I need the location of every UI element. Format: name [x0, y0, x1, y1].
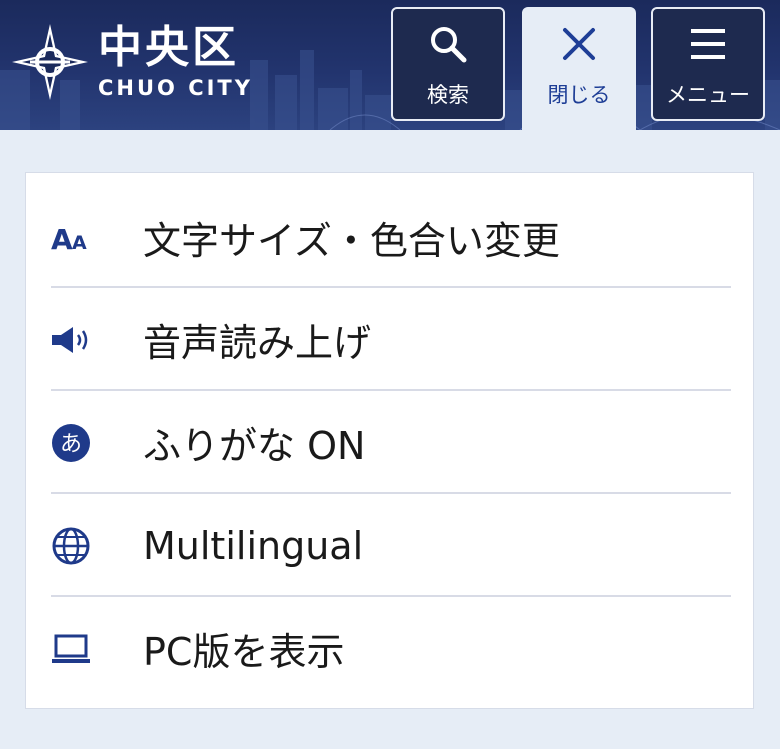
menu-item-pc-version[interactable]: PC版を表示	[51, 597, 731, 700]
site-logo[interactable]: 中央区 CHUO CITY	[10, 22, 253, 102]
menu-item-label: ふりがな ON	[143, 424, 366, 468]
logo-subtitle: CHUO CITY	[98, 76, 253, 100]
menu-item-furigana[interactable]: あ ふりがな ON	[51, 391, 731, 494]
font-size-icon: A A	[51, 217, 93, 259]
menu-item-label: PC版を表示	[143, 630, 345, 674]
laptop-icon	[51, 628, 93, 670]
menu-item-label: 文字サイズ・色合い変更	[143, 219, 560, 263]
chuo-city-emblem-icon	[12, 24, 88, 100]
menu-item-label: Multilingual	[143, 523, 364, 568]
menu-item-multilingual[interactable]: Multilingual	[51, 494, 731, 597]
search-icon	[431, 27, 467, 63]
close-icon	[563, 28, 595, 60]
svg-text:A: A	[72, 232, 87, 253]
svg-text:あ: あ	[60, 432, 82, 457]
site-header: 中央区 CHUO CITY 検索 閉じる メニュー	[0, 0, 780, 130]
menu-button-label: メニュー	[666, 83, 750, 107]
svg-text:A: A	[51, 223, 73, 253]
utility-menu-panel: A A 文字サイズ・色合い変更 音声読み上げ あ ふりがな ON Multili…	[25, 172, 754, 709]
close-button[interactable]: 閉じる	[522, 7, 636, 130]
search-button[interactable]: 検索	[391, 7, 505, 121]
menu-item-font-size-color[interactable]: A A 文字サイズ・色合い変更	[51, 186, 731, 289]
furigana-icon: あ	[51, 422, 93, 464]
menu-item-label: 音声読み上げ	[143, 321, 372, 365]
menu-button[interactable]: メニュー	[651, 7, 765, 121]
close-button-label: 閉じる	[547, 83, 611, 107]
search-button-label: 検索	[427, 83, 469, 107]
menu-item-text-to-speech[interactable]: 音声読み上げ	[51, 288, 731, 391]
logo-title: 中央区	[98, 22, 239, 73]
hamburger-icon	[691, 29, 725, 59]
globe-icon	[51, 525, 93, 567]
speaker-icon	[51, 319, 93, 361]
